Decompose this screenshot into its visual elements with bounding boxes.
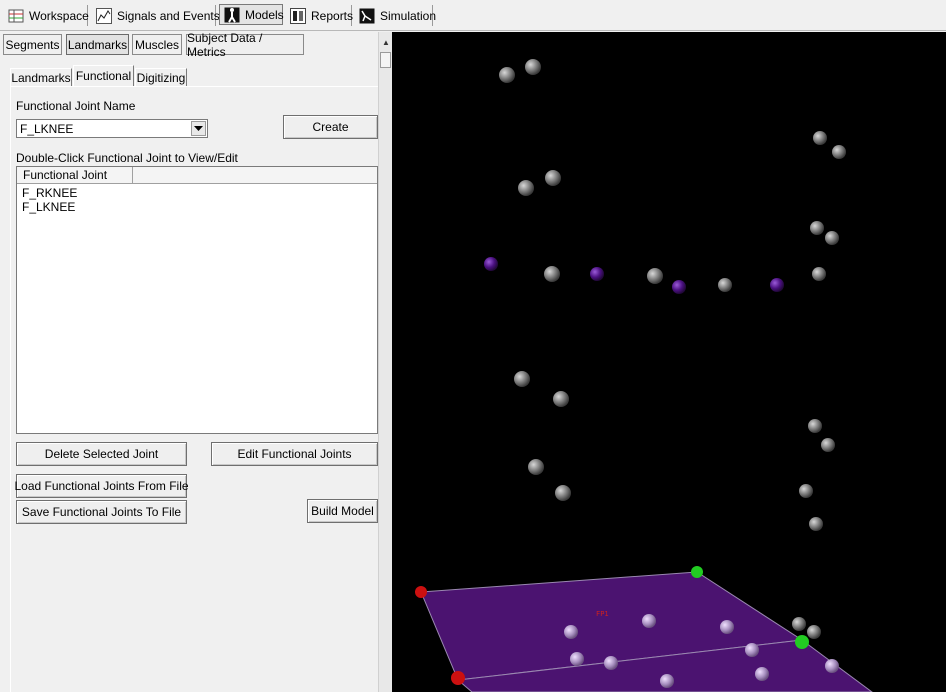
subtab-landmarks[interactable]: Landmarks (10, 68, 72, 86)
scroll-thumb[interactable] (380, 52, 391, 68)
joint-center-markers (484, 257, 784, 294)
chevron-down-icon[interactable] (191, 121, 206, 136)
tab-muscles[interactable]: Muscles (132, 34, 182, 55)
workspace-label: Workspace (29, 8, 89, 23)
reports-tab[interactable]: Reports (286, 5, 354, 26)
subtab-functional[interactable]: Functional (73, 65, 134, 86)
delete-selected-joint-button[interactable]: Delete Selected Joint (16, 442, 187, 466)
3d-scene: FP1 (415, 59, 873, 692)
simulation-icon (359, 8, 375, 24)
column-functional-joint[interactable]: Functional Joint (17, 167, 133, 184)
load-functional-joints-button[interactable]: Load Functional Joints From File (14, 474, 189, 498)
top-toolbar: Workspace Signals and Events Models Repo… (0, 0, 946, 31)
signals-events-tab[interactable]: Signals and Events (92, 5, 220, 26)
joint-name-value: F_LKNEE (20, 122, 74, 136)
skeleton-markers (499, 59, 846, 531)
build-model-button[interactable]: Build Model (307, 499, 378, 523)
signals-events-label: Signals and Events (117, 8, 220, 23)
reports-icon (290, 7, 306, 24)
list-item[interactable]: F_RKNEE (22, 186, 77, 200)
tab-subject-data-metrics[interactable]: Subject Data / Metrics (186, 31, 304, 59)
3d-viewport[interactable]: FP1 (392, 32, 946, 692)
list-item[interactable]: F_LKNEE (22, 200, 75, 214)
create-button[interactable]: Create (283, 115, 378, 139)
workspace-tab[interactable]: Workspace (4, 5, 89, 26)
edit-functional-joints-button[interactable]: Edit Functional Joints (211, 442, 378, 466)
joint-name-dropdown[interactable]: F_LKNEE (16, 119, 208, 138)
signals-icon (96, 7, 112, 24)
models-icon (224, 7, 240, 23)
tab-landmarks[interactable]: Landmarks (66, 34, 129, 55)
reports-label: Reports (311, 8, 354, 23)
joint-name-label: Functional Joint Name (16, 99, 136, 113)
plate-marker-label-icon: FP1 (596, 610, 609, 618)
panel-scrollbar[interactable]: ▲ (378, 32, 392, 692)
workspace-icon (8, 8, 24, 24)
simulation-tab[interactable]: Simulation (355, 5, 437, 26)
save-functional-joints-button[interactable]: Save Functional Joints To File (16, 500, 187, 524)
subtab-digitizing[interactable]: Digitizing (135, 68, 187, 86)
tab-segments[interactable]: Segments (3, 34, 62, 55)
list-instruction-label: Double-Click Functional Joint to View/Ed… (16, 151, 238, 165)
models-tab[interactable]: Models (219, 4, 284, 25)
models-label: Models (245, 7, 284, 22)
list-header: Functional Joint (17, 167, 377, 184)
simulation-label: Simulation (380, 8, 437, 23)
functional-joint-list[interactable]: Functional Joint F_RKNEE F_LKNEE (16, 166, 378, 434)
scroll-up-arrow-icon[interactable]: ▲ (382, 38, 390, 47)
left-panel: Segments Landmarks Muscles Subject Data … (0, 31, 392, 692)
